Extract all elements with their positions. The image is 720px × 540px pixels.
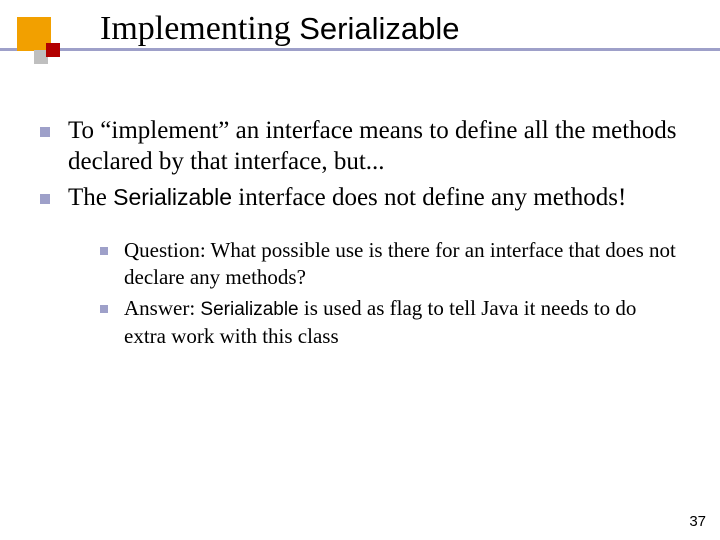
slide-title: Implementing Serializable	[100, 10, 460, 48]
list-item: Answer: Serializable is used as flag to …	[100, 295, 680, 350]
list-item-text: To “implement” an interface means to def…	[68, 115, 680, 178]
code-text: Serializable	[200, 299, 298, 320]
code-text: Serializable	[113, 184, 232, 210]
square-bullet-icon	[40, 127, 50, 137]
square-bullet-icon	[100, 247, 108, 255]
list-item: The Serializable interface does not defi…	[40, 182, 680, 213]
square-bullet-icon	[40, 194, 50, 204]
square-bullet-icon	[100, 305, 108, 313]
slide-header: Implementing Serializable	[0, 0, 720, 78]
list-item: To “implement” an interface means to def…	[40, 115, 680, 178]
plain-text: Answer:	[124, 296, 200, 320]
list-item: Question: What possible use is there for…	[100, 237, 680, 292]
plain-text: Question: What possible use is there for…	[124, 238, 676, 289]
header-underline	[0, 48, 720, 51]
page-number: 37	[689, 513, 706, 530]
list-item-text: The Serializable interface does not defi…	[68, 182, 626, 213]
list-item-text: Question: What possible use is there for…	[124, 237, 680, 292]
plain-text: To “implement” an interface means to def…	[68, 117, 676, 175]
list-item-text: Answer: Serializable is used as flag to …	[124, 295, 680, 350]
decor-red-square	[46, 43, 60, 57]
slide-title-text: Implementing	[100, 10, 299, 47]
plain-text: interface does not define any methods!	[232, 184, 626, 211]
slide-body: To “implement” an interface means to def…	[40, 115, 680, 354]
slide-title-code: Serializable	[299, 11, 459, 46]
plain-text: The	[68, 184, 113, 211]
